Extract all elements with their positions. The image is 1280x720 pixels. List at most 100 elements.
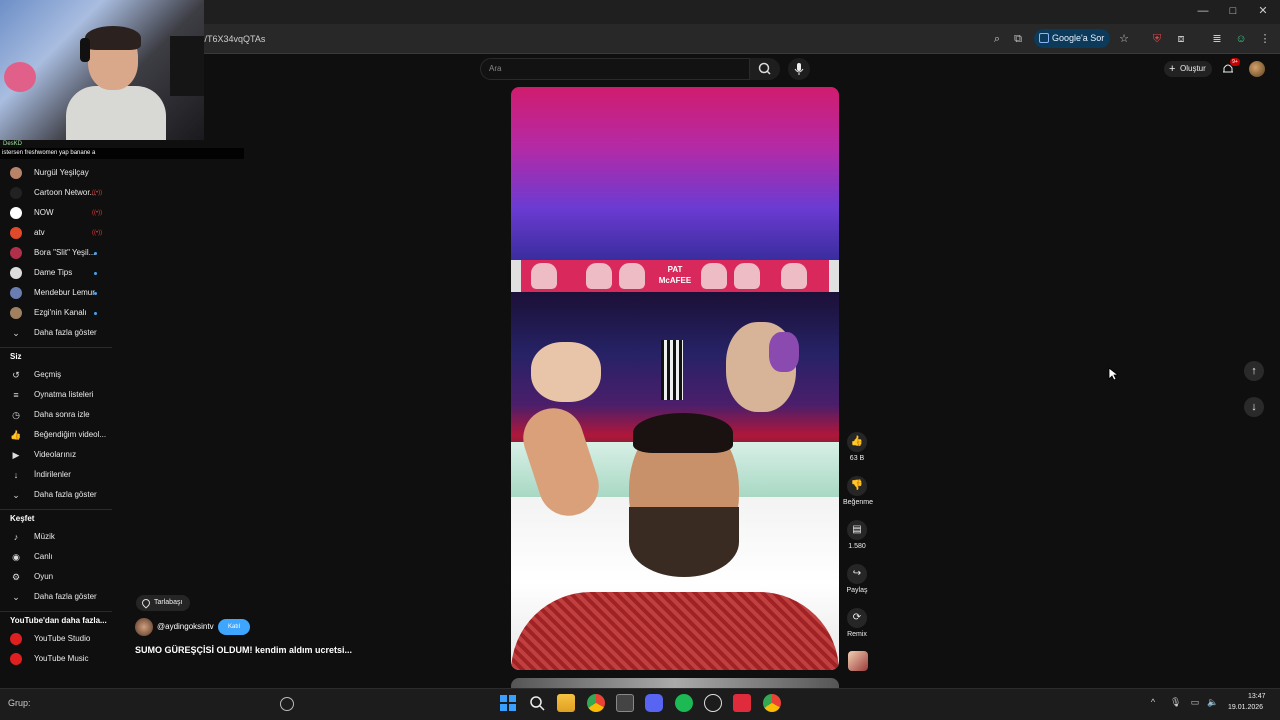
sidebar-you-item[interactable]: ◷ Daha sonra izle	[0, 406, 112, 424]
new-content-dot	[94, 252, 97, 255]
chevron-down-icon: ⌄	[12, 490, 20, 500]
sidebar-explore-item[interactable]: ⚙ Oyun	[0, 568, 112, 586]
windows-start-icon[interactable]	[499, 694, 517, 712]
obs-icon[interactable]	[704, 694, 722, 712]
google-lens-button[interactable]: Google'a Sor	[1034, 29, 1110, 48]
app-red-icon[interactable]	[733, 694, 751, 712]
menu-dots-icon[interactable]: ⋮	[1257, 31, 1273, 47]
thumbs-down-icon: 👎	[847, 476, 867, 496]
tray-mic-icon[interactable]: 🎙	[1170, 697, 1181, 707]
close-button[interactable]: ✕	[1248, 3, 1278, 19]
tray-network-icon[interactable]: ▭	[1190, 697, 1200, 707]
sidebar-subscription-item[interactable]: atv ((•))	[0, 224, 112, 242]
channel-avatar	[10, 247, 22, 259]
channel-avatar[interactable]	[135, 618, 153, 636]
sidebar-item-label: YouTube Studio	[34, 634, 91, 643]
sidebar-section-you[interactable]: Siz	[10, 352, 22, 361]
discord-icon[interactable]	[645, 694, 663, 712]
taskbar-search-icon[interactable]	[528, 694, 546, 712]
sidebar-item-label: Canlı	[34, 552, 53, 561]
sidebar-you-item[interactable]: 👍 Beğendiğim videol...	[0, 426, 112, 444]
share-action[interactable]: ↪ Paylaş	[843, 564, 871, 594]
banner-figure	[586, 263, 612, 289]
remix-action[interactable]: ⟳ Remix	[843, 608, 871, 638]
history-icon: ↺	[12, 370, 20, 380]
taskbar-settings-icon[interactable]	[280, 697, 294, 711]
sound-thumbnail[interactable]	[848, 651, 868, 671]
location-chip[interactable]: Tarlabaşı	[136, 595, 191, 611]
sidebar-subscription-item[interactable]: ⌄ Daha fazla göster	[0, 324, 112, 342]
search-input[interactable]: Ara	[480, 58, 750, 80]
join-button[interactable]: Katıl	[218, 619, 250, 635]
dislike-action[interactable]: 👎 Beğenme	[843, 476, 873, 506]
youtube-red-icon	[10, 633, 22, 645]
sidebar-item-label: Müzik	[34, 532, 55, 541]
sidebar-you-item[interactable]: ⌄ Daha fazla göster	[0, 486, 112, 504]
person-shirt	[511, 592, 839, 670]
live-indicator-icon: ((•))	[92, 210, 103, 216]
taskbar-search-label[interactable]: Grup:	[8, 698, 31, 708]
zoom-icon[interactable]: ⌕	[989, 31, 1005, 47]
profile-icon[interactable]: ☺	[1233, 31, 1249, 47]
gaming-icon: ⚙	[11, 572, 21, 582]
store-icon[interactable]	[616, 694, 634, 712]
sidebar-explore-item[interactable]: ◉ Canlı	[0, 548, 112, 566]
sidebar-subscription-item[interactable]: Mendebur Lemur	[0, 284, 112, 302]
banner-figure	[701, 263, 727, 289]
channel-avatar	[10, 187, 22, 199]
chat-message: istersen freshwomen yap banane a	[0, 148, 244, 159]
sidebar-subscription-item[interactable]: Dame Tips	[0, 264, 112, 282]
chrome-icon[interactable]	[587, 694, 605, 712]
comment-action[interactable]: ▤ 1.580	[843, 520, 871, 550]
sidebar-more-item[interactable]: YouTube Music	[0, 650, 112, 668]
sidebar-you-item[interactable]: ▶ Videolarınız	[0, 446, 112, 464]
account-avatar[interactable]	[1249, 61, 1265, 77]
sidebar-subscription-item[interactable]: Nurgül Yeşilçay	[0, 164, 112, 182]
clock-date[interactable]: 19.01.2026	[1228, 704, 1263, 711]
address-bar[interactable]: s/T6X34vqQTAs	[190, 28, 980, 50]
search-button[interactable]	[750, 58, 780, 80]
share-icon: ↪	[847, 564, 867, 584]
like-action[interactable]: 👍 63 B	[843, 432, 871, 462]
sidebar-you-item[interactable]: ↓ İndirilenler	[0, 466, 112, 484]
sidebar-you-item[interactable]: ≡ Oynatma listeleri	[0, 386, 112, 404]
extension-shield-icon[interactable]: ⛨	[1149, 31, 1165, 47]
voice-search-button[interactable]	[788, 58, 810, 80]
new-content-dot	[94, 312, 97, 315]
chevron-down-icon: ⌄	[12, 328, 20, 338]
search-icon	[758, 62, 771, 75]
channel-name[interactable]: @aydingoksintv	[157, 622, 214, 631]
media-control-icon[interactable]: ≣	[1209, 31, 1225, 47]
spotify-icon[interactable]	[675, 694, 693, 712]
previous-short-button[interactable]: ↑	[1244, 361, 1264, 381]
sidebar-you-item[interactable]: ↺ Geçmiş	[0, 366, 112, 384]
sidebar-more-item[interactable]: YouTube Studio	[0, 630, 112, 648]
sidebar-subscription-item[interactable]: Cartoon Networ... ((•))	[0, 184, 112, 202]
next-short-button[interactable]: ↓	[1244, 397, 1264, 417]
sidebar-divider	[0, 611, 112, 612]
tray-expand-icon[interactable]: ^	[1148, 697, 1158, 707]
sidebar-item-label: Nurgül Yeşilçay	[34, 168, 89, 177]
short-video-player[interactable]: PAT McAFEE	[511, 87, 839, 670]
bookmark-star-icon[interactable]: ☆	[1116, 31, 1132, 47]
chrome-secondary-icon[interactable]	[763, 694, 781, 712]
file-explorer-icon[interactable]	[557, 694, 575, 712]
sidebar-explore-item[interactable]: ♪ Müzik	[0, 528, 112, 546]
sidebar-subscription-item[interactable]: Bora "Slit" Yeşil...	[0, 244, 112, 262]
live-indicator-icon: ((•))	[92, 230, 103, 236]
maximize-button[interactable]: □	[1218, 3, 1248, 19]
mouse-cursor-icon	[1108, 367, 1118, 381]
music-icon: ♪	[13, 532, 19, 542]
tray-volume-icon[interactable]: 🔈	[1207, 697, 1218, 707]
clock-time[interactable]: 13:47	[1248, 693, 1266, 700]
sidebar-subscription-item[interactable]: NOW ((•))	[0, 204, 112, 222]
install-icon[interactable]: ⧉	[1010, 31, 1026, 47]
sidebar-explore-item[interactable]: ⌄ Daha fazla göster	[0, 588, 112, 606]
extensions-puzzle-icon[interactable]: ⧈	[1173, 31, 1189, 47]
next-short-preview[interactable]	[511, 678, 839, 688]
create-button[interactable]: + Oluştur	[1164, 61, 1212, 77]
minimize-button[interactable]: —	[1188, 3, 1218, 19]
plus-icon: +	[1169, 63, 1176, 75]
sidebar-subscription-item[interactable]: Ezgi'nin Kanalı	[0, 304, 112, 322]
video-title[interactable]: SUMO GÜREŞÇİSİ OLDUM! kendim aldım ucret…	[135, 645, 352, 655]
